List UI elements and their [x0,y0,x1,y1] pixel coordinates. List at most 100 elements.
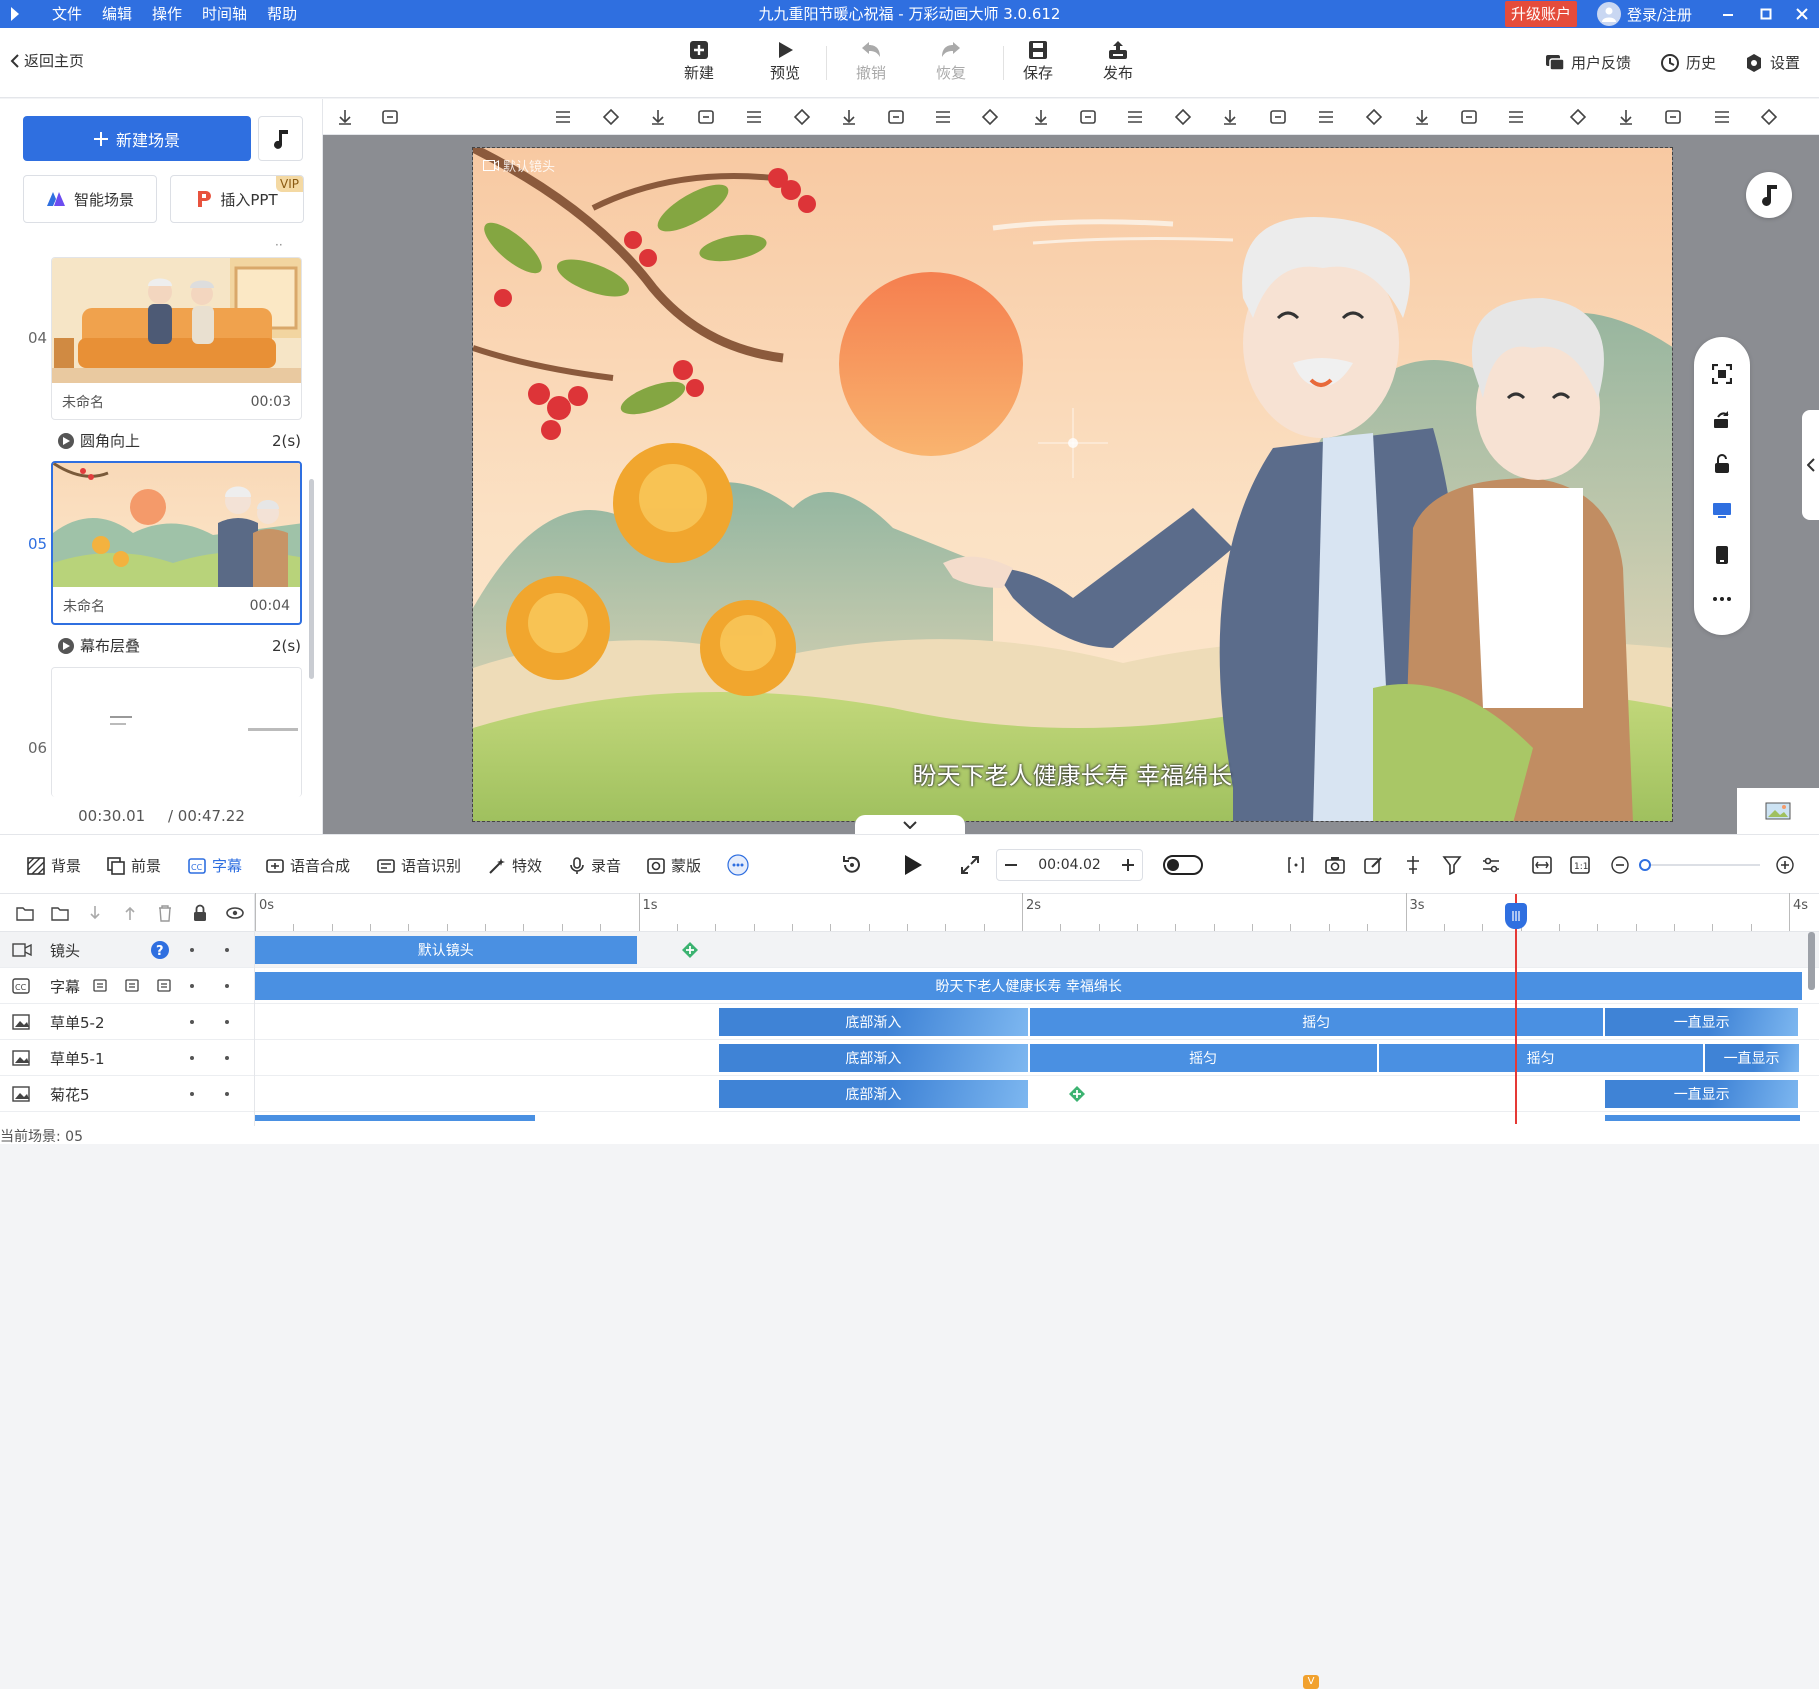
tab-mask[interactable]: 蒙版 [647,855,701,876]
timeline-clip[interactable]: 摇匀 [1378,1044,1703,1072]
fit-width-icon[interactable] [1531,854,1553,876]
copy-icon[interactable] [1712,107,1732,127]
align-vertical-center-icon[interactable] [648,107,668,127]
timeline-scrollbar[interactable] [1808,932,1815,990]
preview-toggle[interactable] [1163,855,1203,875]
smart-scene-button[interactable]: 智能场景 [23,175,157,223]
unlock-all-icon[interactable] [1663,107,1683,127]
timeline-track[interactable]: 草单5-1 底部渐入 摇匀 摇匀 一直显示 [0,1040,1819,1076]
timeline-clip[interactable] [255,1115,535,1121]
actual-size-icon[interactable]: 1:1 [1569,854,1591,876]
track-option-dot[interactable] [190,948,194,952]
menu-edit[interactable]: 编辑 [92,0,142,28]
split-icon[interactable] [1402,854,1424,876]
tab-subtitle[interactable]: CC 字幕 [188,855,242,876]
upgrade-account-button[interactable]: 升级账户 [1505,1,1578,27]
time-stepper[interactable]: 00:04.02 [996,849,1143,881]
menu-timeline[interactable]: 时间轴 [192,0,257,28]
track-option-dot[interactable] [190,1056,194,1060]
align-middle-icon[interactable] [1364,107,1384,127]
zoom-slider[interactable] [1645,864,1760,866]
timeline-clip[interactable]: 摇匀 [1029,1044,1377,1072]
track-option-dot[interactable] [225,1020,229,1024]
eye-icon[interactable] [226,904,244,922]
zoom-out-icon[interactable] [1609,854,1631,876]
menu-file[interactable]: 文件 [42,0,92,28]
maximize-icon[interactable] [1749,0,1783,28]
flip-vertical-icon[interactable] [792,107,812,127]
align-base-icon[interactable] [1459,107,1479,127]
track-option-dot[interactable] [225,984,229,988]
stage-canvas[interactable]: 默认镜头 盼天下老人健康长寿 幸福绵长 [472,147,1673,822]
move-down-icon[interactable] [86,904,104,922]
timeline-ruler[interactable]: 0s 1s 2s 3s 4s [255,893,1819,932]
landscape-screen-icon[interactable] [1711,499,1733,521]
zoom-in-icon[interactable] [1568,107,1588,127]
playhead-handle[interactable] [1505,903,1527,929]
save-button[interactable]: 保存 [1008,38,1068,83]
lock-icon[interactable] [191,904,209,922]
more-icon[interactable] [1711,588,1733,610]
stage-subtitle[interactable]: 盼天下老人健康长寿 幸福绵长 [473,756,1672,791]
minimize-icon[interactable] [1711,0,1745,28]
fullscreen-icon[interactable] [959,854,981,876]
folder-open-icon[interactable] [51,904,69,922]
align-left-icon[interactable] [1268,107,1288,127]
scene-card-05[interactable]: 未命名 00:04 [51,461,302,625]
track-option-dot[interactable] [225,1092,229,1096]
timeline-clip[interactable]: 默认镜头 [255,936,637,964]
publish-button[interactable]: 发布 [1088,38,1148,83]
same-size-icon[interactable] [1220,107,1240,127]
adjust-icon[interactable] [1480,854,1502,876]
trash-icon[interactable] [124,977,140,993]
scene-music-button[interactable] [258,116,303,161]
rotate-icon[interactable] [1711,409,1733,431]
menu-operate[interactable]: 操作 [142,0,192,28]
minus-icon[interactable] [1005,859,1017,871]
timeline-track[interactable]: CC 字幕 盼天下老人健康长寿 幸福绵长 [0,968,1819,1004]
zoom-in-icon[interactable] [1774,854,1796,876]
tab-effects[interactable]: 特效 [488,855,542,876]
timeline-clip[interactable]: 一直显示 [1604,1008,1799,1036]
align-bottom-icon[interactable] [1125,107,1145,127]
timeline-track[interactable]: 镜头? 默认镜头 [0,932,1819,968]
collapse-timeline-button[interactable] [855,815,965,834]
transition-item[interactable]: 圆角向上 2(s) [58,430,301,451]
scene-card-04[interactable]: 未命名 00:03 [51,257,302,420]
undo-button[interactable]: 撤销 [841,38,901,83]
format-painter-icon[interactable] [335,107,355,127]
bgm-button[interactable] [1746,172,1792,218]
paste-icon[interactable] [1759,107,1779,127]
unlock-icon[interactable] [1711,453,1733,475]
timeline-clip[interactable]: 底部渐入 [719,1044,1028,1072]
stage-minimap[interactable] [1737,788,1819,834]
move-up-icon[interactable] [121,904,139,922]
edit-icon[interactable] [92,977,108,993]
insert-ppt-button[interactable]: 插入PPT VIP [170,175,304,223]
delete-icon[interactable] [933,107,953,127]
tab-tts[interactable]: 语音合成 [266,855,350,876]
home-position-icon[interactable] [380,107,400,127]
timeline-clip[interactable]: 底部渐入 [719,1080,1028,1108]
redo-button[interactable]: 恢复 [921,38,981,83]
login-register-button[interactable]: 登录/注册 [1597,0,1692,28]
user-feedback-button[interactable]: 用户反馈 [1545,52,1631,73]
current-time-value[interactable]: 00:04.02 [1038,857,1101,873]
fit-screen-icon[interactable] [1711,363,1733,385]
tab-background[interactable]: 背景 [27,855,81,876]
space-evenly-icon[interactable] [1506,107,1526,127]
track-option-dot[interactable] [225,1056,229,1060]
preview-button[interactable]: 预览 [755,38,815,83]
align-right-icon[interactable] [1173,107,1193,127]
more-tools-icon[interactable] [727,854,749,876]
menu-help[interactable]: 帮助 [257,0,307,28]
plus-icon[interactable] [1122,859,1134,871]
timeline-clip[interactable]: 一直显示 [1604,1080,1799,1108]
timeline-track[interactable]: 草单5-2 底部渐入 摇匀 一直显示 [0,1004,1819,1040]
align-horizontal-center-icon[interactable] [696,107,716,127]
export-icon[interactable] [156,977,172,993]
new-button[interactable]: 新建 [669,38,729,83]
add-keyframe-icon[interactable] [1068,1085,1086,1103]
scene-list-scrollbar[interactable] [309,479,314,679]
scene-card-06[interactable] [51,667,302,797]
